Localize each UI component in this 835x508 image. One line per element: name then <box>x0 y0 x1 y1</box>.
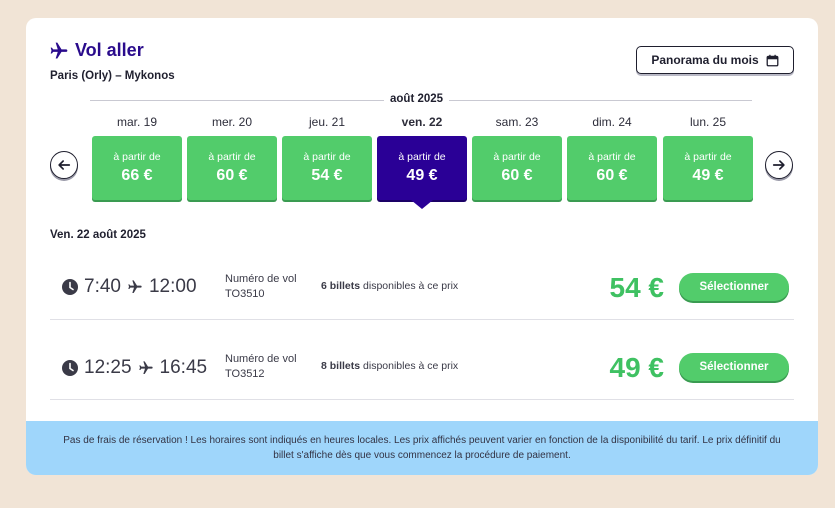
flight-number-block: Numéro de vol TO3510 <box>225 272 297 302</box>
seat-count: 6 billets <box>321 280 361 292</box>
seat-availability: 8 billets disponibles à ce prix <box>321 360 458 372</box>
select-flight-button[interactable]: Sélectionner <box>679 353 789 381</box>
day-column: lun. 25 à partir de 49 € <box>663 115 753 200</box>
panorama-label: Panorama du mois <box>651 53 759 67</box>
departure-time: 12:25 <box>84 357 132 378</box>
day-label: dim. 24 <box>592 115 632 129</box>
day-price: 54 € <box>311 167 343 184</box>
seat-suffix: disponibles à ce prix <box>363 280 459 292</box>
day-price-button[interactable]: à partir de 60 € <box>472 136 562 200</box>
outbound-title: Vol aller <box>49 40 144 61</box>
route-label: Paris (Orly) – Mykonos <box>50 70 175 82</box>
clock-icon <box>62 360 78 376</box>
seat-suffix: disponibles à ce prix <box>363 360 459 372</box>
day-price: 60 € <box>501 167 533 184</box>
day-price: 49 € <box>406 167 438 184</box>
day-column: jeu. 21 à partir de 54 € <box>282 115 372 200</box>
flight-card: Vol aller Paris (Orly) – Mykonos Panoram… <box>26 18 818 475</box>
calendar-icon <box>766 54 779 66</box>
flight-times: 12:25 16:45 <box>62 357 207 379</box>
flight-number-label: Numéro de vol <box>225 273 297 285</box>
info-footer: Pas de frais de réservation ! Les horair… <box>26 421 818 475</box>
select-flight-button[interactable]: Sélectionner <box>679 273 789 301</box>
panorama-button[interactable]: Panorama du mois <box>636 46 794 74</box>
seat-availability: 6 billets disponibles à ce prix <box>321 280 458 292</box>
day-price: 66 € <box>121 167 153 184</box>
from-label: à partir de <box>208 151 256 163</box>
from-label: à partir de <box>493 151 541 163</box>
flight-number: TO3510 <box>225 288 265 300</box>
day-price-button[interactable]: à partir de 54 € <box>282 136 372 200</box>
day-price: 60 € <box>596 167 628 184</box>
departure-time: 7:40 <box>84 276 121 297</box>
flight-number: TO3512 <box>225 368 265 380</box>
day-price-button[interactable]: à partir de 66 € <box>92 136 182 200</box>
day-label: lun. 25 <box>689 115 727 129</box>
day-label: jeu. 21 <box>308 115 346 129</box>
day-price-button[interactable]: à partir de 60 € <box>567 136 657 200</box>
day-column: mar. 19 à partir de 66 € <box>92 115 182 200</box>
day-price: 49 € <box>692 167 724 184</box>
from-label: à partir de <box>588 151 636 163</box>
flight-price: 49 € <box>609 352 665 383</box>
day-price-button-selected[interactable]: à partir de 49 € <box>377 136 467 209</box>
day-label: mar. 19 <box>116 115 158 129</box>
day-column: sam. 23 à partir de 60 € <box>472 115 562 200</box>
day-column-selected: ven. 22 à partir de 49 € <box>377 115 467 209</box>
seat-count: 8 billets <box>321 360 361 372</box>
prev-week-button[interactable] <box>50 151 78 179</box>
day-label: ven. 22 <box>401 115 443 129</box>
plane-icon <box>138 361 153 374</box>
arrow-right-icon <box>772 160 785 170</box>
day-price: 60 € <box>216 167 248 184</box>
day-label: mer. 20 <box>211 115 253 129</box>
plane-icon <box>128 280 142 293</box>
flight-price: 54 € <box>609 272 665 303</box>
next-week-button[interactable] <box>765 151 793 179</box>
flight-row: 12:25 16:45 Numéro de vol TO3512 8 bille… <box>50 320 794 400</box>
day-label: sam. 23 <box>495 115 539 129</box>
day-column: dim. 24 à partir de 60 € <box>567 115 657 200</box>
day-column: mer. 20 à partir de 60 € <box>187 115 277 200</box>
from-label: à partir de <box>684 151 732 163</box>
arrow-left-icon <box>58 160 71 170</box>
flight-times: 7:40 12:00 <box>62 276 197 298</box>
day-price-button[interactable]: à partir de 60 € <box>187 136 277 200</box>
clock-icon <box>62 279 78 295</box>
from-label: à partir de <box>303 151 351 163</box>
from-label: à partir de <box>113 151 161 163</box>
day-price-button[interactable]: à partir de 49 € <box>663 136 753 200</box>
flight-number-label: Numéro de vol <box>225 353 297 365</box>
arrival-time: 12:00 <box>148 276 197 297</box>
flight-number-block: Numéro de vol TO3512 <box>225 352 297 382</box>
month-label: août 2025 <box>384 93 450 105</box>
flight-row: 7:40 12:00 Numéro de vol TO3510 6 billet… <box>50 240 794 320</box>
arrival-time: 16:45 <box>159 357 208 378</box>
from-label: à partir de <box>398 151 446 163</box>
outbound-title-text: Vol aller <box>75 40 144 60</box>
plane-icon <box>50 42 68 58</box>
